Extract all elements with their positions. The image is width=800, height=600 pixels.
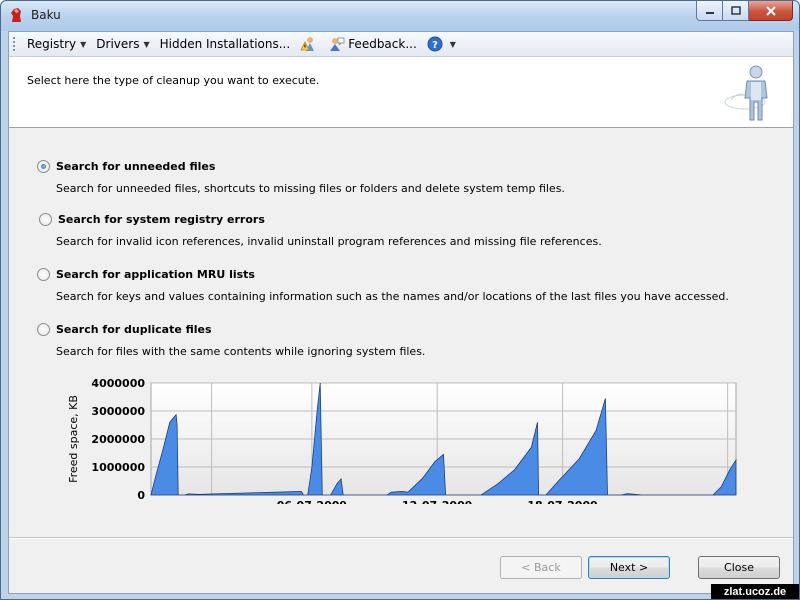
registry-errors-radio[interactable] <box>39 213 52 226</box>
duplicate-files-radio[interactable] <box>37 323 50 336</box>
y-tick-label: 1000000 <box>91 461 145 474</box>
registry-menu-label: Registry <box>27 37 77 51</box>
x-tick-label: 18-07-2009 <box>527 499 597 504</box>
close-window-button[interactable] <box>749 1 793 21</box>
next-button[interactable]: Next > <box>588 556 670 579</box>
feedback-menu[interactable]: Feedback... <box>324 34 422 55</box>
maximize-button[interactable] <box>723 1 749 21</box>
y-tick-label: 4000000 <box>91 377 145 390</box>
svg-text:?: ? <box>432 40 438 51</box>
feedback-user-icon <box>330 37 345 51</box>
option-desc-registry-errors: Search for invalid icon references, inva… <box>56 235 602 248</box>
back-button[interactable]: < Back <box>500 556 582 579</box>
option-title-duplicate-files[interactable]: Search for duplicate files <box>56 323 212 336</box>
mru-lists-radio[interactable] <box>37 268 50 281</box>
back-button-label: < Back <box>521 561 561 574</box>
toolbar-grip[interactable] <box>12 35 16 53</box>
x-tick-label: 12-07-2009 <box>402 499 472 504</box>
y-axis-label: Freed space, KB <box>67 395 80 483</box>
option-desc-duplicate-files: Search for files with the same contents … <box>56 345 426 358</box>
header-instruction: Select here the type of cleanup you want… <box>27 74 320 87</box>
person-figure-icon <box>724 65 768 121</box>
menu-toolbar: Registry ▼ Drivers ▼ Hidden Installation… <box>9 32 793 57</box>
next-button-label: Next > <box>609 561 649 574</box>
wizard-header: Select here the type of cleanup you want… <box>9 57 793 128</box>
title-bar[interactable]: Baku <box>1 1 799 31</box>
option-desc-mru-lists: Search for keys and values containing in… <box>56 290 729 303</box>
y-tick-label: 3000000 <box>91 405 145 418</box>
y-tick-label: 0 <box>137 489 145 502</box>
option-title-mru-lists[interactable]: Search for application MRU lists <box>56 268 255 281</box>
watermark-text: zlat.ucoz.de <box>711 584 799 599</box>
feedback-menu-label: Feedback... <box>348 37 417 51</box>
registry-menu[interactable]: Registry ▼ <box>22 34 91 55</box>
app-logo-icon <box>11 8 21 22</box>
close-icon <box>765 5 776 16</box>
warning-user-icon <box>300 37 315 51</box>
window-title: Baku <box>31 8 61 22</box>
close-button-label: Close <box>724 561 754 574</box>
chevron-down-icon: ▼ <box>449 39 456 49</box>
minimize-button[interactable] <box>696 1 723 21</box>
drivers-menu[interactable]: Drivers ▼ <box>91 34 154 55</box>
warning-button[interactable] <box>295 34 324 55</box>
app-window: Baku Registry ▼ Drivers ▼ Hidden Install… <box>0 0 800 600</box>
window-controls <box>696 1 793 21</box>
close-button[interactable]: Close <box>698 556 780 579</box>
hidden-installations-button[interactable]: Hidden Installations... <box>155 34 296 55</box>
chevron-down-icon: ▼ <box>80 39 87 49</box>
drivers-menu-label: Drivers <box>96 37 140 51</box>
chevron-down-icon: ▼ <box>143 39 150 49</box>
help-menu[interactable]: ? ▼ <box>422 34 461 55</box>
help-icon: ? <box>427 36 443 52</box>
unneeded-files-radio[interactable] <box>37 160 50 173</box>
maximize-icon <box>730 6 741 15</box>
minimize-icon <box>705 11 714 14</box>
freed-space-chart: 4000000 3000000 2000000 1000000 0 06-07-2009 1… <box>67 377 737 504</box>
footer-separator <box>9 537 793 539</box>
hidden-installations-label: Hidden Installations... <box>159 37 291 51</box>
option-title-registry-errors[interactable]: Search for system registry errors <box>58 213 265 226</box>
y-tick-label: 2000000 <box>91 433 145 446</box>
option-desc-unneeded-files: Search for unneeded files, shortcuts to … <box>56 182 565 195</box>
option-title-unneeded-files[interactable]: Search for unneeded files <box>56 160 215 173</box>
client-area: Registry ▼ Drivers ▼ Hidden Installation… <box>8 31 794 594</box>
x-tick-label: 06-07-2009 <box>277 499 347 504</box>
